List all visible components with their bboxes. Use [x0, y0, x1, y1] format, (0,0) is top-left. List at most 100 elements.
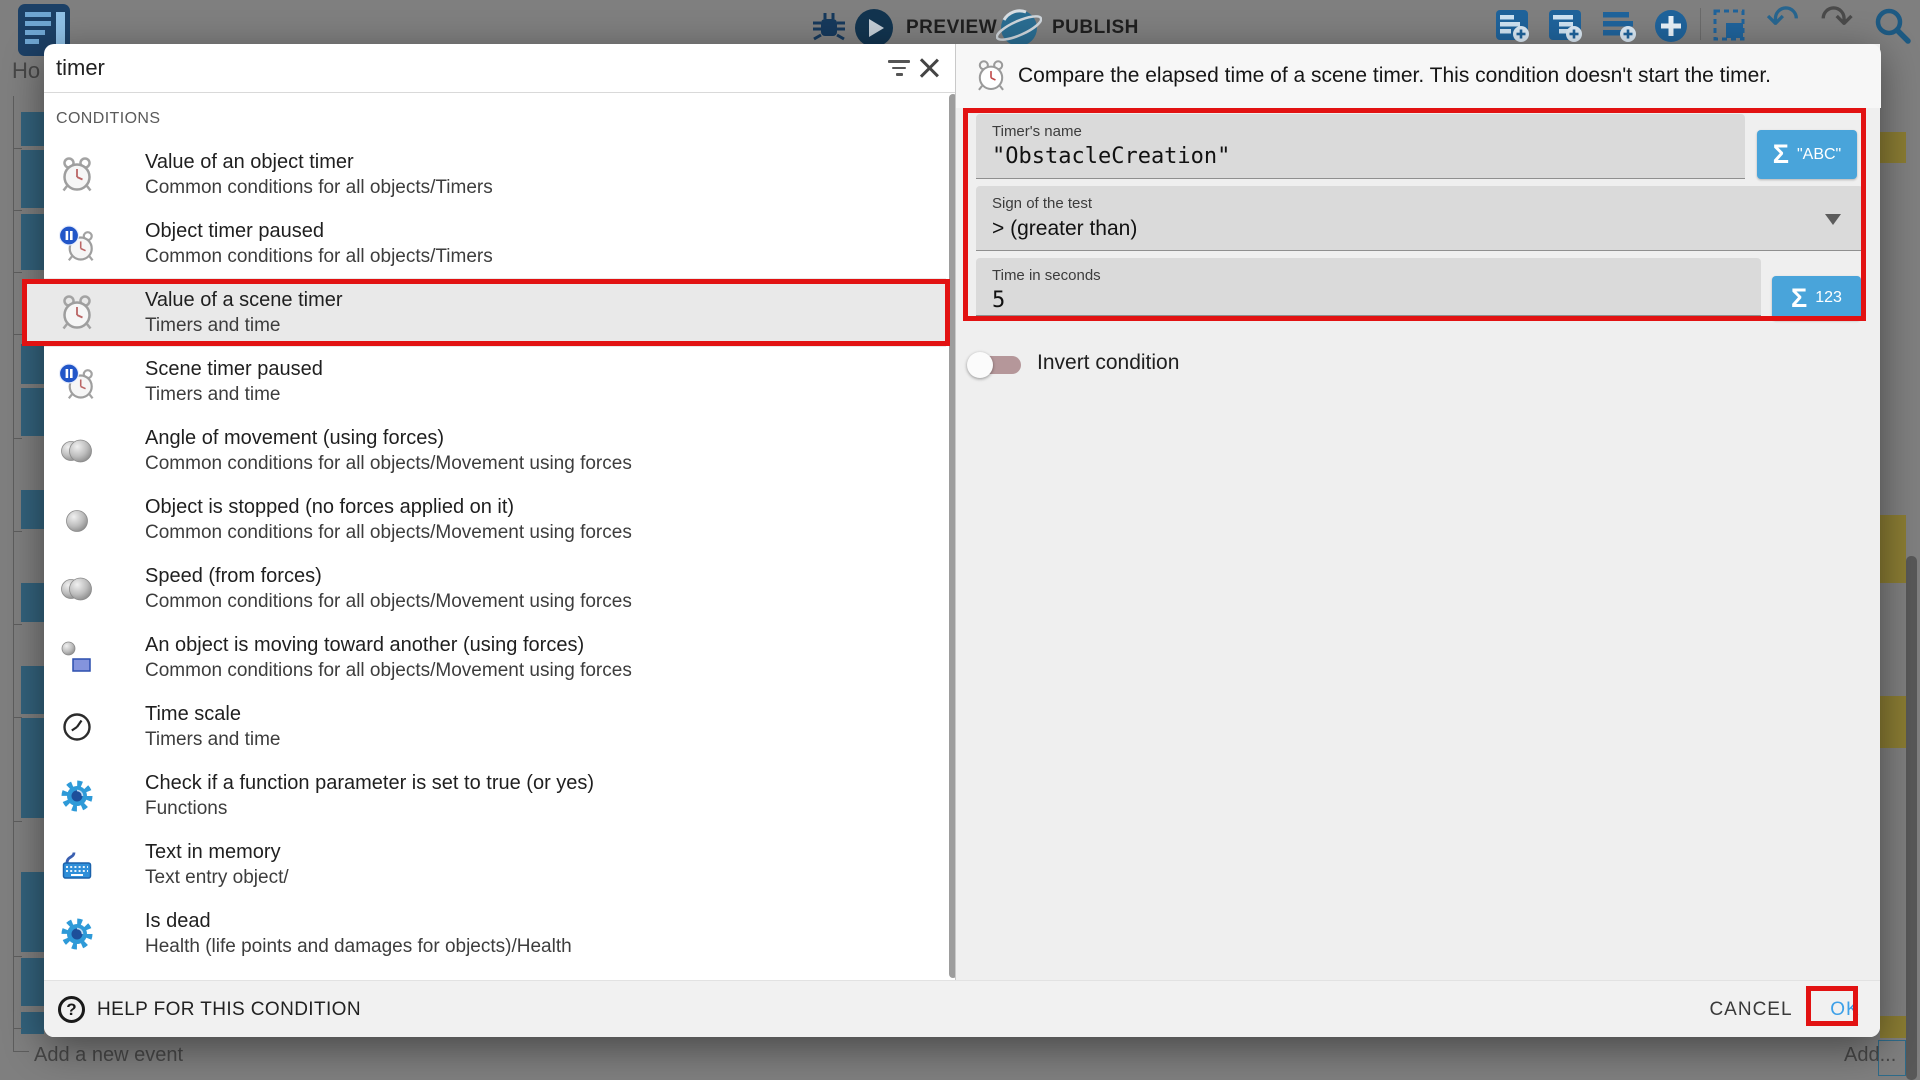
condition-path: Common conditions for all objects/Timers: [145, 175, 493, 200]
condition-item[interactable]: Object timer pausedCommon conditions for…: [44, 209, 946, 278]
undo-icon[interactable]: ↶: [1766, 0, 1800, 42]
field-label: Sign of the test: [992, 195, 1092, 212]
dimmed-action-block: [1880, 1016, 1906, 1038]
home-tab: Ho: [12, 58, 40, 84]
ok-button[interactable]: OK: [1816, 995, 1874, 1025]
conditions-search-panel: CONDITIONS Value of an object timerCommo…: [44, 44, 955, 980]
dimmed-condition-block: [21, 958, 44, 1006]
dimmed-condition-block: [21, 112, 44, 146]
condition-description-header: Compare the elapsed time of a scene time…: [956, 44, 1881, 108]
divider: [44, 92, 955, 93]
event-row-line: [13, 624, 22, 625]
filter-icon[interactable]: [888, 60, 912, 78]
clock-icon: [58, 708, 96, 746]
condition-path: Common conditions for all objects/Moveme…: [145, 589, 632, 614]
dimmed-condition-block: [21, 583, 44, 622]
string-expression-button[interactable]: Σ "ABC": [1757, 130, 1857, 179]
event-row-line: [13, 717, 22, 718]
add-action-label: Add...: [1844, 1044, 1896, 1067]
dimmed-condition-block: [21, 150, 44, 208]
event-row-line: [13, 821, 22, 822]
event-row-line: [13, 148, 22, 149]
dimmed-condition-block: [21, 388, 44, 436]
event-row-line: [13, 210, 22, 211]
condition-item[interactable]: Speed (from forces)Common conditions for…: [44, 554, 946, 623]
condition-item[interactable]: Angle of movement (using forces)Common c…: [44, 416, 946, 485]
dimmed-condition-block: [21, 872, 44, 952]
dimmed-condition-block: [21, 490, 44, 529]
redo-icon[interactable]: ↷: [1820, 0, 1854, 42]
condition-item[interactable]: Check if a function parameter is set to …: [44, 761, 946, 830]
dropdown-arrow-icon[interactable]: [1825, 214, 1841, 225]
condition-path: Common conditions for all objects/Moveme…: [145, 451, 632, 476]
invert-condition-label: Invert condition: [1037, 351, 1179, 375]
condition-item[interactable]: Is deadHealth (life points and damages f…: [44, 899, 946, 968]
condition-editor-panel: Compare the elapsed time of a scene time…: [955, 44, 1880, 980]
event-row-line: [13, 272, 22, 273]
gear-icon: [58, 915, 96, 953]
gear-icon: [58, 777, 96, 815]
condition-item[interactable]: Value of a scene timerTimers and time: [44, 278, 946, 347]
condition-item[interactable]: Time scaleTimers and time: [44, 692, 946, 761]
alarm-icon: [58, 156, 96, 194]
alarm-paused-icon: [58, 225, 96, 263]
condition-item[interactable]: Scene timer pausedTimers and time: [44, 347, 946, 416]
dimmed-condition-block: [21, 718, 44, 818]
field-value[interactable]: > (greater than): [992, 217, 1137, 241]
condition-path: Common conditions for all objects/Moveme…: [145, 658, 632, 683]
add-comment-icon[interactable]: [1600, 8, 1638, 44]
condition-path: Timers and time: [145, 382, 323, 407]
condition-title: Value of an object timer: [145, 149, 493, 175]
sign-of-test-field[interactable]: Sign of the test > (greater than): [976, 186, 1863, 251]
add-circle-icon[interactable]: [1653, 8, 1689, 44]
help-button[interactable]: ? HELP FOR THIS CONDITION: [58, 981, 361, 1038]
event-row-line: [13, 531, 22, 532]
balls-icon: [58, 570, 96, 608]
condition-path: Health (life points and damages for obje…: [145, 934, 572, 959]
cancel-button[interactable]: CANCEL: [1706, 995, 1796, 1025]
conditions-section-header: CONDITIONS: [56, 110, 160, 128]
field-value[interactable]: 5: [992, 288, 1005, 313]
search-events-icon[interactable]: [1872, 6, 1916, 46]
preview-play-icon[interactable]: [854, 8, 894, 48]
invert-condition-toggle-knob[interactable]: [967, 352, 993, 378]
close-icon[interactable]: [916, 55, 942, 81]
field-value[interactable]: "ObstacleCreation": [992, 144, 1230, 169]
invert-condition-row: Invert condition: [956, 344, 1456, 384]
add-new-event-label: Add a new event: [34, 1044, 183, 1067]
alarm-icon: [58, 294, 96, 332]
events-scrollbar: [1906, 556, 1917, 1080]
event-row-line: [13, 334, 22, 335]
condition-title: Value of a scene timer: [145, 287, 343, 313]
condition-title: Check if a function parameter is set to …: [145, 770, 594, 796]
publish-button[interactable]: PUBLISH: [1052, 17, 1139, 39]
condition-title: Angle of movement (using forces): [145, 425, 632, 451]
search-input[interactable]: [56, 52, 856, 84]
condition-path: Common conditions for all objects/Moveme…: [145, 520, 632, 545]
condition-title: Scene timer paused: [145, 356, 323, 382]
time-in-seconds-field[interactable]: Time in seconds 5: [976, 258, 1761, 316]
condition-path: Timers and time: [145, 313, 343, 338]
toolbar-separator: [1700, 8, 1701, 40]
dimmed-condition-block: [21, 666, 44, 714]
timer-name-field[interactable]: Timer's name "ObstacleCreation": [976, 114, 1745, 179]
condition-item[interactable]: Object is stopped (no forces applied on …: [44, 485, 946, 554]
condition-path: Functions: [145, 796, 594, 821]
sigma-icon: Σ: [1773, 139, 1789, 170]
dimmed-action-block: [1880, 132, 1906, 163]
number-expression-button[interactable]: Σ 123: [1772, 276, 1861, 320]
balls-icon: [58, 432, 96, 470]
condition-title: Time scale: [145, 701, 281, 727]
ball-icon: [58, 501, 96, 539]
condition-item[interactable]: Value of an object timerCommon condition…: [44, 140, 946, 209]
dimmed-condition-block: [21, 1012, 44, 1034]
event-row-line: [13, 956, 22, 957]
add-subevent-icon[interactable]: [1547, 8, 1585, 44]
condition-item[interactable]: Text in memoryText entry object/: [44, 830, 946, 899]
add-event-icon[interactable]: [1494, 8, 1532, 44]
condition-path: Common conditions for all objects/Timers: [145, 244, 493, 269]
condition-path: Text entry object/: [145, 865, 289, 890]
preview-button[interactable]: PREVIEW: [906, 17, 997, 39]
paste-icon[interactable]: [1712, 8, 1750, 44]
condition-item[interactable]: An object is moving toward another (usin…: [44, 623, 946, 692]
